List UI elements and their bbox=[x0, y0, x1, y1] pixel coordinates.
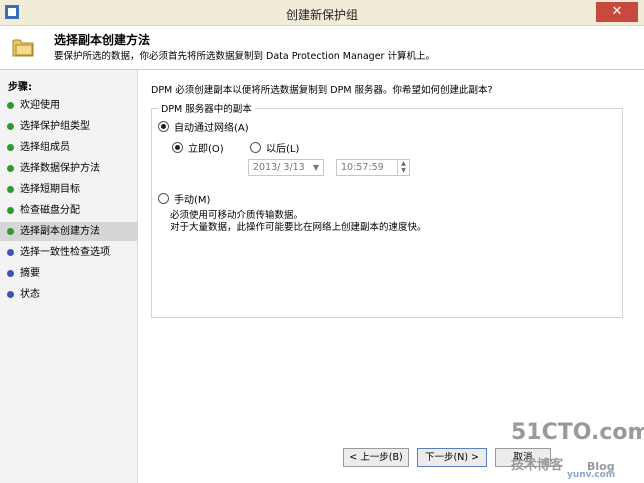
time-value: 10:57:59 bbox=[341, 162, 384, 173]
step-label: 选择一致性检查选项 bbox=[20, 247, 110, 258]
page-subtitle: 要保护所选的数据，你必须首先将所选数据复制到 Data Protection M… bbox=[54, 51, 435, 62]
later-radio[interactable] bbox=[250, 142, 261, 153]
now-radio[interactable] bbox=[172, 142, 183, 153]
window-title: 创建新保护组 bbox=[285, 8, 358, 22]
time-picker[interactable]: 10:57:59 ▲ ▼ bbox=[336, 159, 410, 176]
step-complete-icon bbox=[7, 144, 14, 151]
step-complete-icon bbox=[7, 207, 14, 214]
step-pending-icon bbox=[7, 291, 14, 298]
step-complete-icon bbox=[7, 186, 14, 193]
step-label: 选择数据保护方法 bbox=[20, 163, 100, 174]
step-select-members[interactable]: 选择组成员 bbox=[0, 138, 137, 157]
back-button[interactable]: < 上一步(B) bbox=[343, 448, 409, 467]
step-consistency-check[interactable]: 选择一致性检查选项 bbox=[0, 243, 137, 262]
question-text: DPM 必须创建副本以便将所选数据复制到 DPM 服务器。你希望如何创建此副本? bbox=[151, 85, 493, 96]
chevron-down-icon[interactable]: ▼ bbox=[313, 160, 319, 175]
later-label[interactable]: 以后(L) bbox=[266, 140, 299, 155]
date-value: 2013/ 3/13 bbox=[253, 162, 305, 173]
step-label: 摘要 bbox=[20, 268, 40, 279]
step-label: 选择保护组类型 bbox=[20, 121, 90, 132]
spin-up-icon[interactable]: ▲ bbox=[398, 160, 409, 167]
manual-radio[interactable] bbox=[158, 193, 169, 204]
step-complete-icon bbox=[7, 102, 14, 109]
manual-note-line2: 对于大量数据，此操作可能要比在网络上创建副本的速度快。 bbox=[170, 222, 427, 233]
close-icon: ✕ bbox=[611, 4, 623, 19]
spin-down-icon[interactable]: ▼ bbox=[398, 167, 409, 174]
now-label[interactable]: 立即(O) bbox=[188, 140, 224, 155]
step-summary[interactable]: 摘要 bbox=[0, 264, 137, 283]
auto-network-label[interactable]: 自动通过网络(A) bbox=[174, 119, 249, 134]
next-button[interactable]: 下一步(N) > bbox=[417, 448, 487, 467]
time-spinner[interactable]: ▲ ▼ bbox=[397, 160, 409, 175]
watermark-site: yunv.com bbox=[567, 470, 616, 480]
step-label: 欢迎使用 bbox=[20, 100, 60, 111]
manual-label[interactable]: 手动(M) bbox=[174, 191, 210, 206]
step-pending-icon bbox=[7, 270, 14, 277]
step-label: 选择短期目标 bbox=[20, 184, 80, 195]
date-picker[interactable]: 2013/ 3/13 ▼ bbox=[248, 159, 324, 176]
step-label: 选择组成员 bbox=[20, 142, 70, 153]
title-bar: 创建新保护组 ✕ bbox=[0, 0, 644, 26]
step-label: 状态 bbox=[20, 289, 40, 300]
step-status[interactable]: 状态 bbox=[0, 285, 137, 304]
step-disk-allocation[interactable]: 检查磁盘分配 bbox=[0, 201, 137, 220]
step-select-group-type[interactable]: 选择保护组类型 bbox=[0, 117, 137, 136]
auto-network-radio[interactable] bbox=[158, 121, 169, 132]
page-header: 选择副本创建方法 要保护所选的数据，你必须首先将所选数据复制到 Data Pro… bbox=[0, 26, 644, 70]
step-complete-icon bbox=[7, 165, 14, 172]
step-current-icon bbox=[7, 228, 14, 235]
step-replica-creation[interactable]: 选择副本创建方法 bbox=[0, 222, 137, 241]
step-welcome[interactable]: 欢迎使用 bbox=[0, 96, 137, 115]
step-short-term-goals[interactable]: 选择短期目标 bbox=[0, 180, 137, 199]
watermark-tech-blog: 技术博客 bbox=[511, 458, 564, 473]
steps-pane: 步骤: 欢迎使用 选择保护组类型 选择组成员 选择数据保护方法 选择短期目标 检… bbox=[0, 70, 138, 483]
step-complete-icon bbox=[7, 123, 14, 130]
step-data-protection-method[interactable]: 选择数据保护方法 bbox=[0, 159, 137, 178]
main-pane: DPM 必须创建副本以便将所选数据复制到 DPM 服务器。你希望如何创建此副本?… bbox=[139, 70, 644, 483]
replica-groupbox: DPM 服务器中的副本 自动通过网络(A) 立即(O) 以后(L) 2013/ … bbox=[151, 101, 623, 318]
step-pending-icon bbox=[7, 249, 14, 256]
page-title: 选择副本创建方法 bbox=[54, 33, 151, 47]
step-label: 选择副本创建方法 bbox=[20, 226, 100, 237]
close-button[interactable]: ✕ bbox=[596, 2, 638, 22]
steps-heading: 步骤: bbox=[8, 82, 32, 93]
groupbox-title: DPM 服务器中的副本 bbox=[158, 101, 255, 115]
step-label: 检查磁盘分配 bbox=[20, 205, 80, 216]
folder-icon bbox=[12, 39, 34, 57]
watermark-51cto: 51CTO.com bbox=[511, 420, 644, 445]
